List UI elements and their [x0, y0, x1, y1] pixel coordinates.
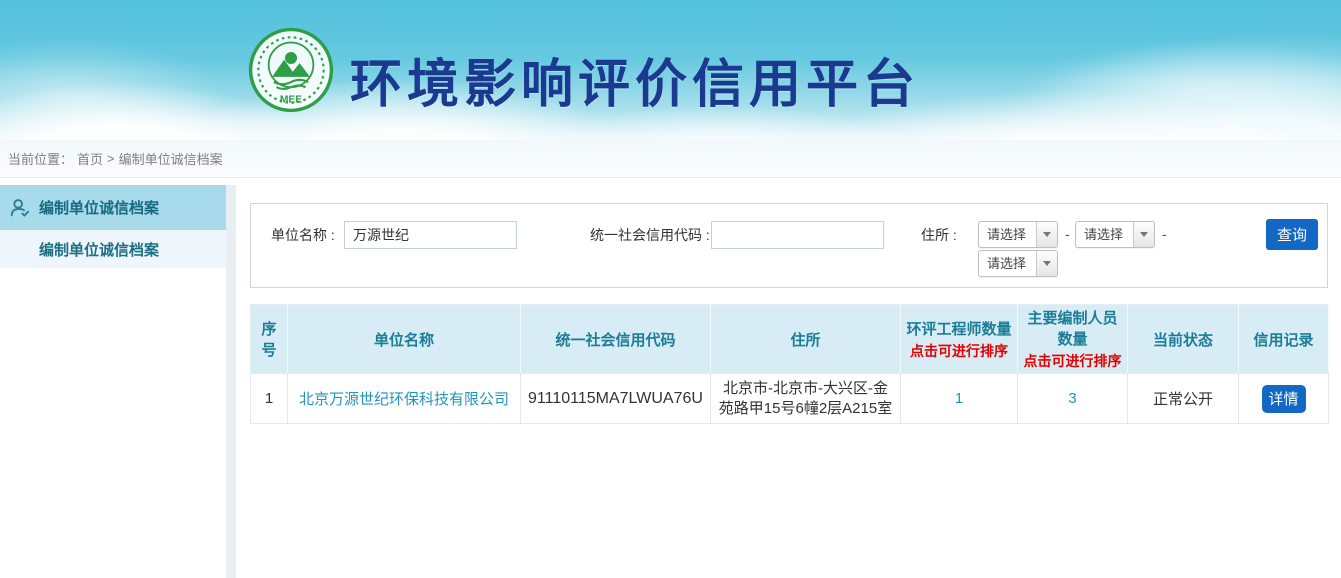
breadcrumb-prefix: 当前位置： [8, 149, 73, 168]
province-select[interactable]: 请选择 [978, 221, 1058, 248]
col-header-credit-record: 信用记录 [1239, 305, 1329, 374]
mee-logo: MEE [248, 27, 334, 113]
query-button[interactable]: 查询 [1266, 219, 1318, 250]
sidebar: 编制单位诚信档案 编制单位诚信档案 [0, 185, 226, 268]
sidebar-item-unit-credit-archive[interactable]: 编制单位诚信档案 [0, 185, 226, 230]
breadcrumb: 当前位置： 首页 > 编制单位诚信档案 [0, 140, 1341, 178]
col-header-engineer-count-sortable[interactable]: 环评工程师数量 点击可进行排序 [901, 305, 1018, 374]
site-header: MEE 环境影响评价信用平台 [0, 0, 1341, 140]
cell-index: 1 [251, 374, 288, 424]
unit-name-link[interactable]: 北京万源世纪环保科技有限公司 [299, 391, 509, 408]
col-header-index: 序号 [251, 305, 288, 374]
breadcrumb-current: 编制单位诚信档案 [119, 149, 223, 168]
col-header-staff-count-sortable[interactable]: 主要编制人员数量 点击可进行排序 [1018, 305, 1128, 374]
engineer-count-link[interactable]: 1 [955, 390, 963, 407]
col-header-credit-code: 统一社会信用代码 [521, 305, 711, 374]
search-panel: 单位名称 : 统一社会信用代码 : 住所 : 请选择 - 请选择 - 请选择 查… [250, 203, 1328, 288]
breadcrumb-home-link[interactable]: 首页 [77, 149, 103, 168]
col-header-address: 住所 [711, 305, 901, 374]
unit-name-input[interactable] [344, 221, 517, 249]
sort-hint: 点击可进行排序 [905, 341, 1013, 361]
chevron-down-icon[interactable] [1036, 251, 1057, 276]
cell-credit-code: 91110115MA7LWUA76U [521, 374, 711, 424]
address-label: 住所 : [921, 221, 957, 249]
table-header-row: 序号 单位名称 统一社会信用代码 住所 环评工程师数量 点击可进行排序 主要编制… [251, 305, 1329, 374]
staff-count-link[interactable]: 3 [1068, 390, 1076, 407]
results-table: 序号 单位名称 统一社会信用代码 住所 环评工程师数量 点击可进行排序 主要编制… [250, 304, 1329, 424]
credit-code-label: 统一社会信用代码 : [590, 221, 710, 249]
cell-status: 正常公开 [1128, 374, 1239, 424]
credit-code-input[interactable] [711, 221, 884, 249]
col-header-staff-count-label: 主要编制人员数量 [1022, 307, 1123, 349]
address-dash-1: - [1065, 226, 1070, 242]
district-select-value: 请选择 [979, 251, 1036, 276]
address-dash-2: - [1162, 226, 1167, 242]
detail-button[interactable]: 详情 [1262, 385, 1306, 413]
col-header-engineer-count-label: 环评工程师数量 [905, 318, 1013, 339]
sidebar-divider [226, 185, 236, 578]
city-select[interactable]: 请选择 [1075, 221, 1155, 248]
logo-mee-text: MEE [280, 95, 302, 106]
breadcrumb-separator: > [107, 151, 115, 166]
district-select[interactable]: 请选择 [978, 250, 1058, 277]
sidebar-item-label: 编制单位诚信档案 [39, 197, 159, 218]
chevron-down-icon[interactable] [1133, 222, 1154, 247]
site-title: 环境影响评价信用平台 [350, 42, 920, 117]
province-select-value: 请选择 [979, 222, 1036, 247]
sidebar-subitem-unit-credit-archive[interactable]: 编制单位诚信档案 [0, 230, 226, 268]
chevron-down-icon[interactable] [1036, 222, 1057, 247]
sort-hint: 点击可进行排序 [1022, 351, 1123, 371]
main-content: 单位名称 : 统一社会信用代码 : 住所 : 请选择 - 请选择 - 请选择 查… [250, 203, 1328, 424]
sidebar-subitem-label: 编制单位诚信档案 [39, 239, 159, 260]
city-select-value: 请选择 [1076, 222, 1133, 247]
col-header-unit-name: 单位名称 [288, 305, 521, 374]
col-header-status: 当前状态 [1128, 305, 1239, 374]
user-check-icon [9, 197, 31, 219]
unit-name-label: 单位名称 : [271, 221, 335, 249]
cell-address: 北京市-北京市-大兴区-金苑路甲15号6幢2层A215室 [711, 374, 901, 424]
table-row: 1 北京万源世纪环保科技有限公司 91110115MA7LWUA76U 北京市-… [251, 374, 1329, 424]
